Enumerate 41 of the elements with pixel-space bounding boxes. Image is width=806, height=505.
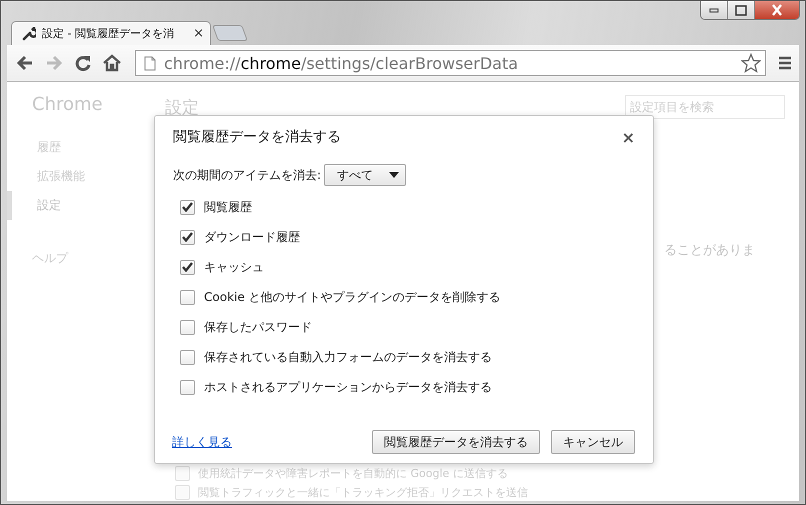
caret-icon	[389, 172, 400, 178]
close-icon	[772, 4, 782, 16]
maximize-icon	[735, 4, 747, 16]
maximize-button[interactable]	[728, 1, 755, 19]
minimize-button[interactable]	[701, 1, 728, 19]
close-button[interactable]	[755, 1, 799, 19]
checkbox[interactable]	[180, 290, 195, 304]
close-icon[interactable]: ×	[622, 128, 635, 146]
period-label: 次の期間のアイテムを消去:	[173, 166, 322, 184]
setting-text: ることがありま	[664, 243, 755, 258]
checkbox-label: 保存されている自動入力フォームのデータを消去する	[204, 348, 492, 366]
dialog-button[interactable]: 閲覧履歴データを消去する	[372, 430, 540, 454]
browser-tab[interactable]: 設定 - 閲覧履歴データを消 ×	[11, 21, 211, 45]
wrench-icon	[22, 26, 36, 40]
period-dropdown[interactable]: すべて	[324, 164, 406, 186]
checkbox[interactable]	[180, 320, 195, 334]
checkbox[interactable]	[180, 260, 195, 274]
learn-more-link[interactable]: 詳しく見る	[172, 434, 232, 450]
url-text: chrome://chrome/settings/clearBrowserData	[164, 54, 520, 72]
menu-icon[interactable]	[777, 55, 793, 71]
checkbox-label: キャッシュ	[204, 258, 264, 276]
star-icon[interactable]	[741, 53, 761, 73]
checkbox-label: 保存したパスワード	[204, 318, 312, 336]
home-icon[interactable]	[102, 53, 122, 73]
checkbox-label: Cookie と他のサイトやプラグインのデータを削除する	[204, 288, 501, 306]
page-icon	[144, 56, 156, 70]
checkbox-label: 閲覧履歴	[204, 198, 252, 216]
tab-title: 設定 - 閲覧履歴データを消	[42, 26, 175, 41]
dialog-title: 閲覧履歴データを消去する	[173, 128, 341, 146]
checkbox[interactable]	[180, 380, 195, 394]
back-icon[interactable]	[15, 53, 35, 73]
checkbox-label: ホストされるアプリケーションからデータを消去する	[204, 378, 492, 396]
checkbox-label: ダウンロード履歴	[204, 228, 300, 246]
reload-icon[interactable]	[73, 53, 93, 73]
checkbox[interactable]	[180, 230, 195, 244]
minimize-icon	[709, 8, 719, 12]
checkbox[interactable]	[180, 200, 195, 214]
checkbox[interactable]	[180, 350, 195, 364]
close-icon[interactable]: ×	[193, 26, 204, 41]
address-bar[interactable]: chrome://chrome/settings/clearBrowserData	[135, 50, 766, 76]
dialog-button[interactable]: キャンセル	[551, 430, 635, 454]
